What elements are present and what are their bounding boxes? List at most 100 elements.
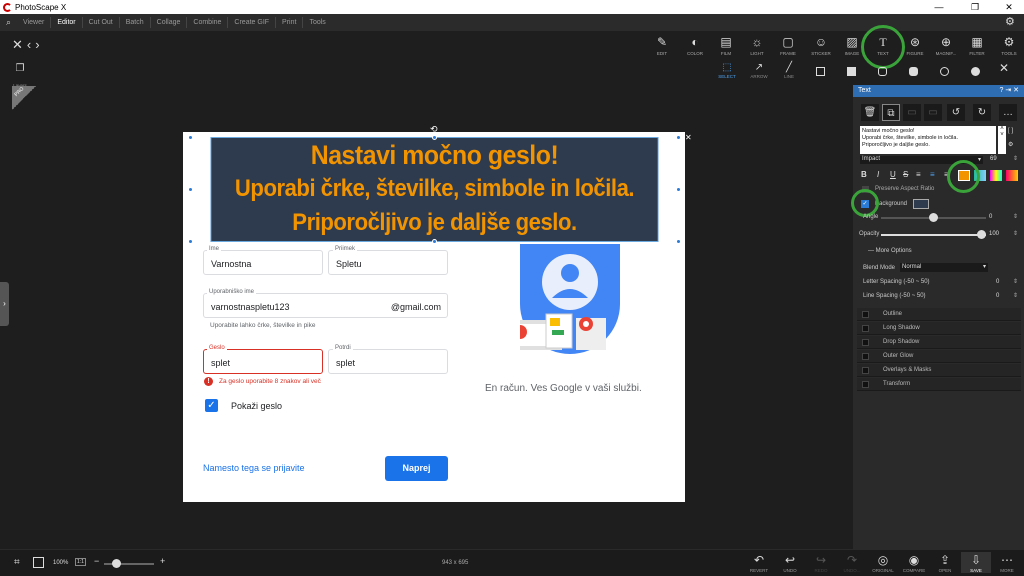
tool-film[interactable]: ▤ FILM <box>713 33 739 56</box>
text-content-input[interactable]: Nastavi močno geslo! Uporabi črke, števi… <box>860 126 996 154</box>
text-scroll-arrows[interactable]: ˄ ˅ <box>998 126 1006 154</box>
angle-slider-thumb[interactable] <box>929 213 938 222</box>
tool-magnifier[interactable]: ⊕ MAGNIF... <box>933 33 959 56</box>
resize-handle-b[interactable] <box>432 239 437 244</box>
geslo-field[interactable]: splet <box>203 349 323 374</box>
subtool-select[interactable]: ⬚ SELECT <box>714 61 740 79</box>
angle-stepper[interactable]: ⇕ <box>1013 213 1018 220</box>
shape-rect-outline-icon[interactable] <box>816 67 825 76</box>
resize-handle-l[interactable] <box>188 187 193 192</box>
resize-handle-bl[interactable] <box>188 239 193 244</box>
letter-spacing-value[interactable]: 0 <box>996 279 999 285</box>
tool-color[interactable]: ◐ COLOR <box>682 33 708 56</box>
shape-rect-filled-icon[interactable] <box>847 67 856 76</box>
letter-spacing-stepper[interactable]: ⇕ <box>1013 278 1018 285</box>
resize-handle-r[interactable] <box>676 187 681 192</box>
menu-batch[interactable]: Batch <box>120 17 151 28</box>
fit-icon[interactable]: ⌗ <box>14 557 20 568</box>
opacity-slider[interactable] <box>881 230 986 239</box>
font-size-value[interactable]: 69 <box>990 156 997 162</box>
line-spacing-stepper[interactable]: ⇕ <box>1013 292 1018 299</box>
font-size-stepper[interactable]: ⇕ <box>1013 155 1018 162</box>
shape-rounded-filled-icon[interactable] <box>909 67 918 76</box>
shape-circle-filled-icon[interactable] <box>971 67 980 76</box>
shape-rounded-outline-icon[interactable] <box>878 67 887 76</box>
blend-mode-select[interactable]: Normal ▾ <box>900 263 988 272</box>
tool-sticker[interactable]: ☺ STICKER <box>808 33 834 56</box>
potrdi-field[interactable]: splet <box>328 349 448 374</box>
menu-cutout[interactable]: Cut Out <box>83 17 120 28</box>
subtool-arrow[interactable]: ↗ ARROW <box>746 61 772 79</box>
tool-filter[interactable]: ▦ FILTER <box>964 33 990 56</box>
tool-light[interactable]: ☼ LIGHT <box>744 33 770 56</box>
align-center-icon[interactable]: ≡ <box>930 170 935 179</box>
opacity-slider-thumb[interactable] <box>977 230 986 239</box>
zoom-out-icon[interactable]: − <box>94 556 99 566</box>
resize-handle-tl[interactable] <box>188 135 193 140</box>
ime-field[interactable]: Varnostna <box>203 250 323 275</box>
italic-button[interactable]: I <box>877 170 879 179</box>
tool-tools[interactable]: ⚙ TOOLS <box>996 33 1022 56</box>
minimize-button[interactable]: — <box>924 0 954 14</box>
rotate-left-icon[interactable]: ↺ <box>947 104 965 121</box>
effect-transform[interactable]: Transform <box>857 378 1021 391</box>
undo-button[interactable]: ↩ UNDO <box>775 552 805 573</box>
save-button[interactable]: ⇩ SAVE <box>961 552 991 573</box>
panel-help-pin-close-icons[interactable]: ? ⇥ ✕ <box>999 86 1019 94</box>
menu-viewer[interactable]: Viewer <box>17 17 52 28</box>
maximize-button[interactable]: ❐ <box>960 0 990 14</box>
menu-collage[interactable]: Collage <box>151 17 188 28</box>
subtool-line[interactable]: ╱ LINE <box>776 61 802 79</box>
text-settings-icon[interactable]: ⚙ <box>1008 141 1013 148</box>
redo-all-button[interactable]: ↷ UNDO... <box>837 552 867 573</box>
signin-instead-link[interactable]: Namesto tega se prijavite <box>203 463 305 473</box>
underline-button[interactable]: U <box>890 170 896 179</box>
menu-combine[interactable]: Combine <box>187 17 229 28</box>
tool-frame[interactable]: ▢ FRAME <box>775 33 801 56</box>
menu-editor[interactable]: Editor <box>51 17 83 28</box>
original-button[interactable]: ◎ ORIGINAL <box>868 552 898 573</box>
align-left-icon[interactable]: ≡ <box>916 170 921 179</box>
rotate-right-icon[interactable]: ↻ <box>973 104 991 121</box>
expand-left-panel-handle[interactable]: › <box>0 282 9 326</box>
menu-create-gif[interactable]: Create GIF <box>228 17 277 28</box>
zoom-in-icon[interactable]: + <box>160 556 165 566</box>
ratio-button[interactable]: 1:1 <box>75 558 86 566</box>
zoom-slider-thumb[interactable] <box>112 559 121 568</box>
priimek-field[interactable]: Spletu <box>328 250 448 275</box>
effect-outer-glow[interactable]: Outer Glow <box>857 350 1021 363</box>
effect-overlays-masks[interactable]: Overlays & Masks <box>857 364 1021 377</box>
home-icon[interactable]: ⌕ <box>0 17 17 28</box>
resize-handle-tr[interactable] <box>676 135 681 140</box>
revert-button[interactable]: ↶ REVERT <box>744 552 774 573</box>
menu-tools[interactable]: Tools <box>303 17 331 28</box>
delete-overlay-icon[interactable]: ✕ <box>685 133 692 142</box>
show-password-checkbox[interactable]: ✓ <box>205 399 218 412</box>
resize-handle-t[interactable] <box>432 135 437 140</box>
shape-circle-outline-icon[interactable] <box>940 67 949 76</box>
settings-gear-icon[interactable]: ⚙ <box>1005 15 1015 28</box>
expand-text-icon[interactable]: [ ] <box>1008 128 1013 134</box>
line-spacing-value[interactable]: 0 <box>996 293 999 299</box>
close-window-button[interactable]: ✕ <box>994 0 1024 14</box>
resize-handle-br[interactable] <box>676 239 681 244</box>
effect-long-shadow[interactable]: Long Shadow <box>857 322 1021 335</box>
close-subtoolbar-icon[interactable]: ✕ <box>996 61 1012 75</box>
delete-text-icon[interactable]: 🗑 <box>861 104 879 121</box>
duplicate-text-icon[interactable]: ⧉ <box>882 104 900 121</box>
opacity-stepper[interactable]: ⇕ <box>1013 230 1018 237</box>
strike-button[interactable]: S <box>903 170 908 179</box>
effect-outline[interactable]: Outline <box>857 308 1021 321</box>
more-text-options-icon[interactable]: … <box>999 104 1017 121</box>
nav-close-prev-next-icons[interactable]: ✕‹› <box>12 37 44 53</box>
angle-slider[interactable] <box>881 213 986 222</box>
tool-figure[interactable]: ⊛ FIGURE <box>902 33 928 56</box>
more-button[interactable]: ⋯ MORE <box>992 552 1022 573</box>
open-button[interactable]: ⇪ OPEN <box>930 552 960 573</box>
effect-drop-shadow[interactable]: Drop Shadow <box>857 336 1021 349</box>
more-options-toggle[interactable]: — More Options <box>868 248 912 254</box>
next-button[interactable]: Naprej <box>385 456 448 481</box>
background-color-swatch[interactable] <box>913 199 929 209</box>
actual-size-icon[interactable] <box>33 557 44 568</box>
compare-button[interactable]: ◉ COMPARE <box>899 552 929 573</box>
